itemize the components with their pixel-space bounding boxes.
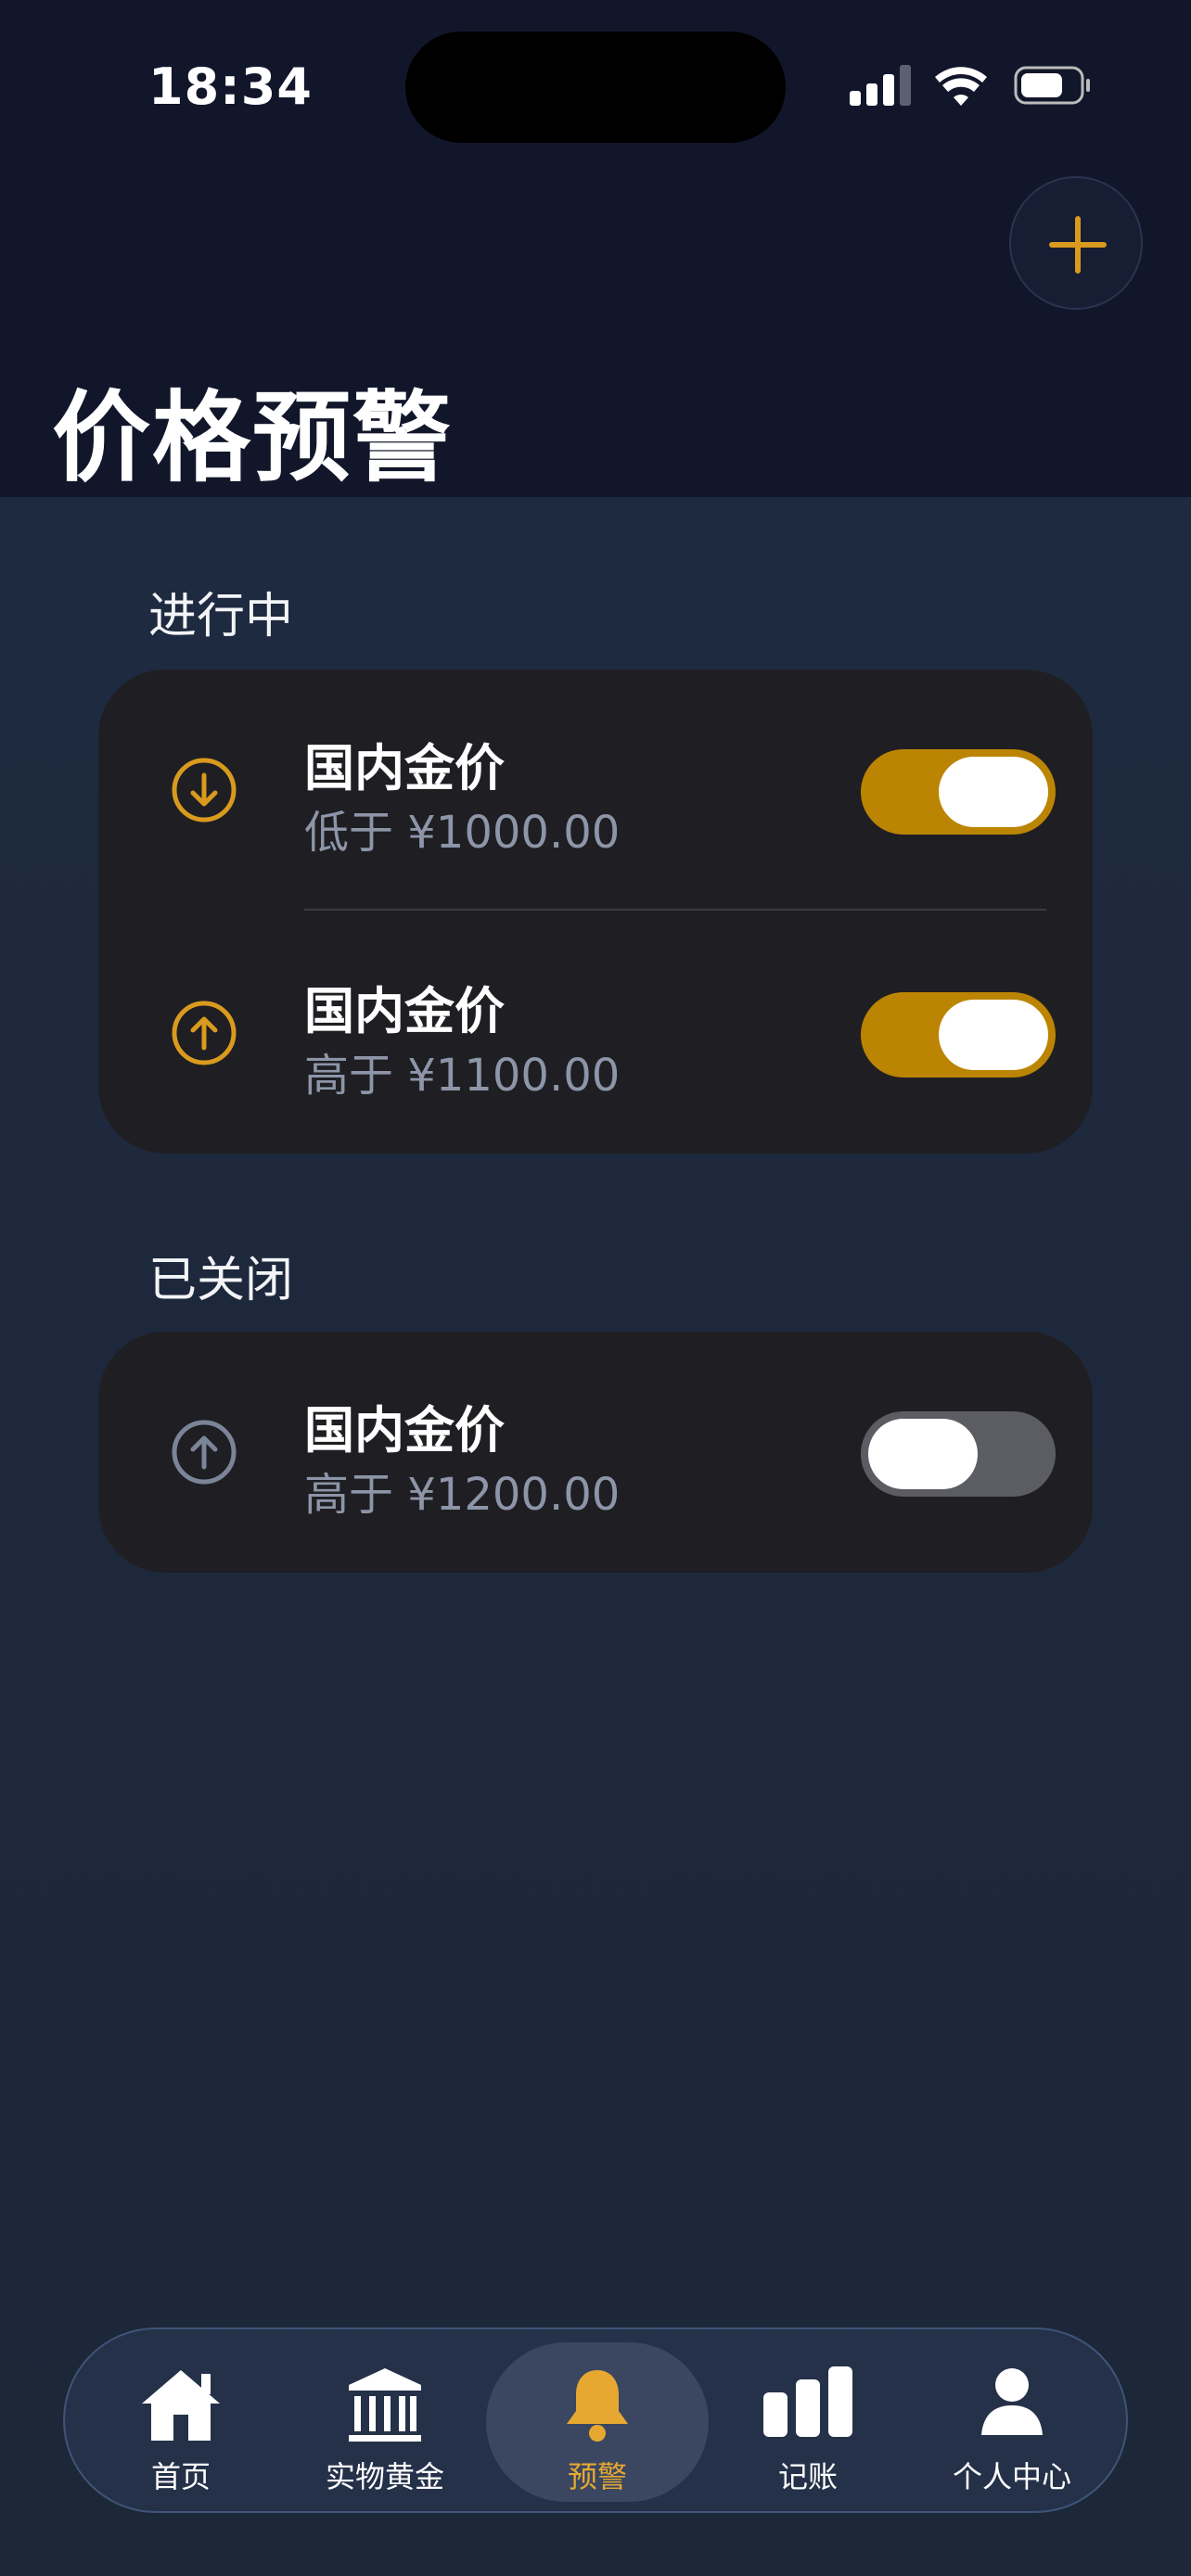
alert-toggle[interactable]: [861, 749, 1056, 835]
alert-toggle[interactable]: [861, 1411, 1056, 1497]
battery-icon: [1014, 66, 1090, 105]
tab-label: 实物黄金: [325, 2459, 444, 2494]
alert-condition: 高于 ¥1200.00: [304, 1469, 621, 1521]
tab-ledger[interactable]: 记账: [711, 2329, 905, 2511]
arrow-up-circle-icon: [172, 1001, 237, 1065]
person-icon: [981, 2368, 1043, 2435]
section-label-closed: 已关闭: [148, 1253, 294, 1308]
toggle-knob: [868, 1419, 978, 1489]
section-label-active: 进行中: [148, 589, 294, 644]
bell-icon: [567, 2370, 628, 2442]
bar-chart-icon: [763, 2366, 852, 2437]
screen: 18:34 价格预警 进行中 国内金价 低于 ¥1000.00 国内金价 高于 …: [0, 0, 1191, 2576]
alert-toggle[interactable]: [861, 992, 1056, 1078]
status-icons: [850, 65, 1090, 106]
alert-condition: 高于 ¥1100.00: [304, 1050, 621, 1102]
tab-label: 首页: [150, 2459, 211, 2494]
toggle-knob: [939, 1000, 1048, 1070]
alert-condition: 低于 ¥1000.00: [304, 807, 621, 859]
home-icon: [142, 2370, 220, 2441]
status-time: 18:34: [148, 57, 313, 116]
tab-profile[interactable]: 个人中心: [915, 2329, 1109, 2511]
header: 18:34 价格预警: [0, 0, 1191, 497]
tab-home[interactable]: 首页: [83, 2329, 278, 2511]
tab-bar: 首页 实物黄金 预警 记账 个人中心: [63, 2327, 1128, 2513]
alert-title: 国内金价: [304, 982, 505, 1040]
alert-title: 国内金价: [304, 1401, 505, 1460]
bank-icon: [349, 2368, 421, 2442]
tab-label: 记账: [777, 2459, 838, 2494]
alert-row[interactable]: 国内金价 高于 ¥1100.00: [98, 912, 1093, 1154]
signal-icon: [850, 65, 911, 106]
alert-row[interactable]: 国内金价 高于 ¥1200.00: [98, 1332, 1093, 1573]
page-title: 价格预警: [52, 381, 453, 495]
tab-physical-gold[interactable]: 实物黄金: [288, 2329, 482, 2511]
dynamic-island: [405, 32, 786, 143]
tab-label: 预警: [567, 2459, 627, 2494]
arrow-down-circle-icon: [172, 758, 237, 823]
row-divider: [304, 909, 1046, 911]
closed-alerts-card: 国内金价 高于 ¥1200.00: [98, 1332, 1093, 1573]
arrow-up-circle-icon: [172, 1420, 237, 1485]
alert-row[interactable]: 国内金价 低于 ¥1000.00: [98, 670, 1093, 911]
tab-alerts[interactable]: 预警: [486, 2342, 709, 2502]
wifi-icon: [935, 67, 987, 106]
toggle-knob: [939, 757, 1048, 827]
add-alert-button[interactable]: [1009, 176, 1143, 310]
alert-title: 国内金价: [304, 739, 505, 797]
active-alerts-card: 国内金价 低于 ¥1000.00 国内金价 高于 ¥1100.00: [98, 670, 1093, 1154]
plus-icon: [1049, 216, 1107, 274]
tab-label: 个人中心: [952, 2459, 1071, 2494]
